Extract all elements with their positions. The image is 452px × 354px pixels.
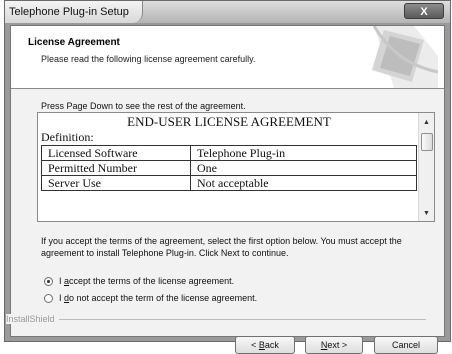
label-text: ack	[264, 340, 279, 350]
back-button[interactable]: < Back	[235, 336, 295, 354]
decline-option[interactable]: I do not accept the term of the license …	[44, 293, 257, 303]
label-text: ext >	[327, 340, 348, 350]
brand-divider	[6, 319, 426, 320]
license-scrollbar[interactable]: ▲ ▼	[418, 113, 434, 221]
accept-radio[interactable]	[44, 276, 53, 286]
definition-table: Licensed Software Telephone Plug-in Perm…	[41, 145, 417, 191]
close-icon: X	[420, 6, 428, 18]
license-text-area[interactable]: END-USER LICENSE AGREEMENT Definition: L…	[37, 112, 435, 222]
instructions-text: If you accept the terms of the agreement…	[41, 236, 402, 258]
decline-radio[interactable]	[44, 293, 53, 303]
table-row: Licensed Software Telephone Plug-in	[41, 145, 417, 161]
wizard-body: License Agreement Please read the follow…	[6, 25, 445, 354]
title-tab: Telephone Plug-in Setup	[5, 1, 143, 23]
table-cell: Permitted Number	[41, 160, 191, 176]
decline-label[interactable]: I do not accept the term of the license …	[59, 293, 257, 303]
wizard-banner-icon	[372, 26, 438, 88]
license-heading: END-USER LICENSE AGREEMENT	[127, 114, 331, 129]
page-title: License Agreement	[28, 37, 120, 48]
label-text: <	[251, 340, 259, 350]
table-cell: One	[190, 160, 417, 176]
installshield-brand: InstallShield	[6, 314, 426, 324]
close-button[interactable]: X	[404, 3, 444, 19]
accept-option[interactable]: I accept the terms of the license agreem…	[44, 276, 234, 286]
table-row: Permitted Number One	[41, 160, 417, 176]
label-text: o not accept the term of the license agr…	[69, 293, 258, 303]
title-bar[interactable]: Telephone Plug-in Setup X	[5, 1, 450, 23]
window-title: Telephone Plug-in Setup	[9, 6, 129, 18]
scroll-down-icon[interactable]: ▼	[423, 210, 430, 217]
definition-label: Definition:	[41, 130, 94, 144]
scroll-thumb[interactable]	[421, 133, 433, 151]
next-button[interactable]: Next >	[305, 336, 363, 354]
page-down-hint: Press Page Down to see the rest of the a…	[41, 101, 246, 111]
page-subtitle: Please read the following license agreem…	[41, 54, 256, 64]
accept-label[interactable]: I accept the terms of the license agreem…	[59, 276, 234, 286]
setup-window: Telephone Plug-in Setup X License Agreem…	[4, 0, 451, 354]
cancel-button[interactable]: Cancel	[374, 336, 438, 354]
brand-label: InstallShield	[6, 314, 59, 324]
scroll-up-icon[interactable]: ▲	[423, 119, 430, 126]
table-cell: Not acceptable	[190, 175, 417, 191]
table-cell: Telephone Plug-in	[190, 145, 417, 161]
table-row: Server Use Not acceptable	[41, 175, 417, 191]
table-cell: Licensed Software	[41, 145, 191, 161]
table-cell: Server Use	[41, 175, 191, 191]
wizard-header: License Agreement Please read the follow…	[11, 26, 444, 89]
label-text: ccept the terms of the license agreement…	[69, 276, 235, 286]
